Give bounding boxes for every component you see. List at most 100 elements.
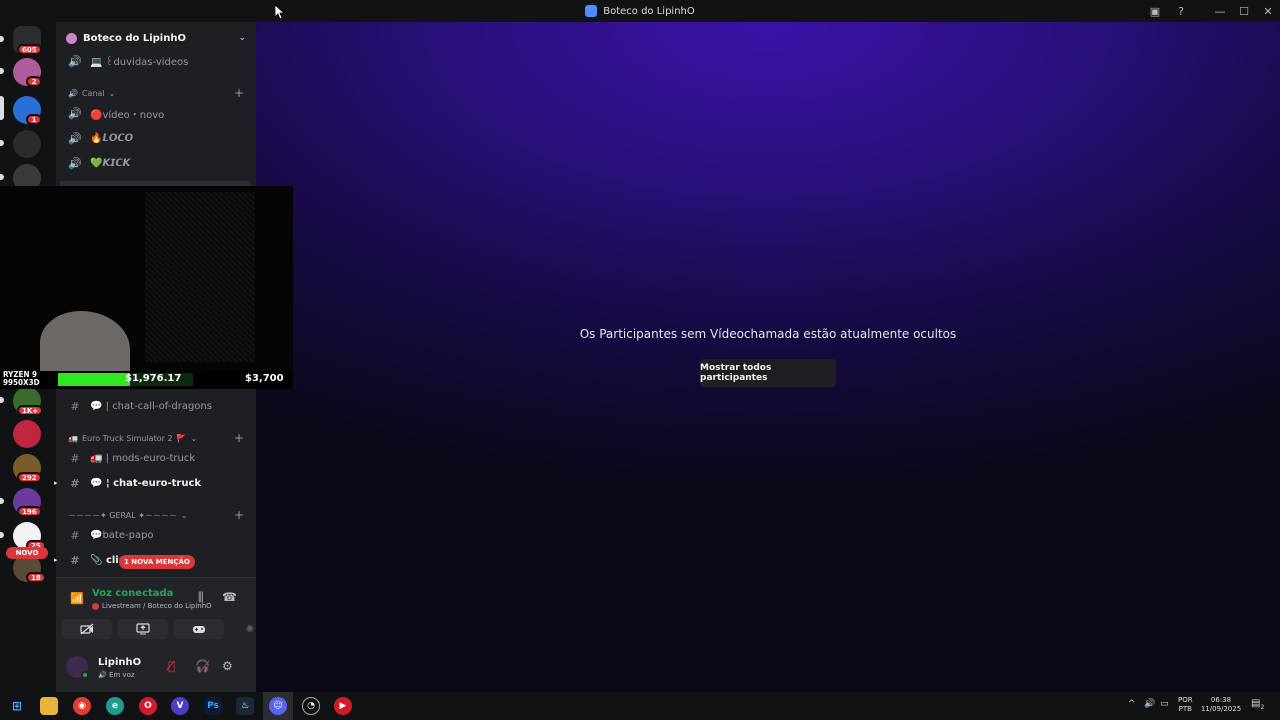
username[interactable]: LipinhO xyxy=(98,657,141,668)
server-badge: 1 xyxy=(26,114,42,125)
server-unread-pill xyxy=(0,96,4,120)
channel-mods-euro-truck[interactable]: # 🚛 | mods-euro-truck xyxy=(62,447,250,469)
voice-stage: Os Participantes sem Vídeochamada estão … xyxy=(256,22,1280,692)
donation-goal-bar: RYZEN 9 9950X3D $1,976.17 $3,700 xyxy=(0,371,293,389)
close-button[interactable]: ✕ xyxy=(1256,0,1280,22)
language-indicator[interactable]: POR PTB xyxy=(1178,696,1193,714)
channel-kick[interactable]: 🔊 💚𝙆𝙄𝘾𝙆 xyxy=(62,152,250,174)
notifications-icon[interactable]: ▤2 xyxy=(1251,699,1264,712)
speaker-icon: 🔊 xyxy=(68,106,82,120)
activities-button[interactable] xyxy=(174,619,224,639)
maximize-button[interactable]: ☐ xyxy=(1232,0,1256,22)
hash-icon: # xyxy=(70,399,80,413)
noise-suppression-icon[interactable]: ⫼ xyxy=(198,590,204,605)
channel-loco[interactable]: 🔊 🔥𝙇𝙊𝘾𝙊 xyxy=(62,127,250,149)
channel-label: 💚𝙆𝙄𝘾𝙆 xyxy=(90,157,131,169)
user-panel: LipinhO 🔊 Em voz 🎙̸ 🎧̸ ⚙ xyxy=(56,647,256,692)
hash-icon: # xyxy=(70,451,80,465)
hash-icon: # xyxy=(70,528,80,542)
add-channel-icon[interactable]: + xyxy=(234,508,244,522)
hidden-participants-message: Os Participantes sem Vídeochamada estão … xyxy=(579,327,957,341)
unread-indicator: ▸ xyxy=(54,556,58,564)
channel-label: 💬bate-papo xyxy=(90,529,154,541)
server-icon-server-legacy[interactable] xyxy=(13,130,41,158)
server-badge: 605 xyxy=(17,44,42,55)
chevron-down-icon: ⌄ xyxy=(190,433,198,443)
channel-duvidas[interactable]: 🔊 💻 ꒰duvidas-videos xyxy=(62,50,250,72)
camera-off-button[interactable] xyxy=(62,619,112,639)
voice-status-title[interactable]: Voz conectada xyxy=(92,588,173,599)
channel-call-of-dragons[interactable]: # 💬 | chat-call-of-dragons xyxy=(62,395,250,417)
server-unread-pill xyxy=(0,498,4,504)
camera-off-icon xyxy=(80,623,94,635)
voice-action-buttons: ✺ xyxy=(62,619,270,639)
media-player-icon[interactable]: ▶ xyxy=(334,697,352,715)
volume-icon[interactable]: 🔊 xyxy=(1144,700,1155,709)
webcam-overlay: RYZEN 9 9950X3D $1,976.17 $3,700 xyxy=(0,186,293,389)
guild-name: Boteco do LipinhO xyxy=(83,32,186,44)
discord-icon[interactable]: ☺ xyxy=(269,697,287,715)
avatar[interactable] xyxy=(66,656,89,679)
discord-logo-icon xyxy=(585,5,598,17)
webcam-background xyxy=(145,192,255,362)
help-icon[interactable]: ? xyxy=(1168,0,1194,22)
category-euro-truck[interactable]: 🚛 Euro Truck Simulator 2 🚩 ⌄ + xyxy=(68,430,244,446)
add-channel-icon[interactable]: + xyxy=(234,431,244,445)
cpu-label: RYZEN 9 9950X3D xyxy=(3,370,40,387)
category-icon: 🔊 xyxy=(68,88,78,98)
server-unread-pill xyxy=(0,140,4,146)
screen-share-button[interactable] xyxy=(118,619,168,639)
minimize-button[interactable]: — xyxy=(1208,0,1232,22)
vpn-icon[interactable]: V xyxy=(171,697,189,715)
soundboard-icon: ✺ xyxy=(245,623,255,635)
windows-start-icon[interactable]: ⊞ xyxy=(8,697,26,715)
channel-label: 💬 ¦ chat-euro-truck xyxy=(90,477,202,489)
new-badge[interactable]: NOVO xyxy=(6,547,48,559)
file-explorer-icon[interactable] xyxy=(40,697,58,715)
channel-video-novo[interactable]: 🔊 🔴vídeo・novo xyxy=(62,102,250,124)
chrome-icon[interactable]: ◉ xyxy=(73,697,91,715)
flag-icon: 🚩 xyxy=(176,433,187,443)
voice-connected-panel: 📶 Voz conectada Livestream / Boteco do L… xyxy=(56,577,256,647)
channel-label: 💬 | chat-call-of-dragons xyxy=(90,400,212,412)
category-geral[interactable]: －－－－✦ GERAL ✦－－－－ ⌄ + xyxy=(68,507,244,523)
chevron-down-icon: ⌄ xyxy=(238,33,246,43)
opera-icon[interactable]: O xyxy=(139,697,157,715)
clock-app-icon[interactable]: ◔ xyxy=(302,697,320,715)
new-mention-badge[interactable]: 1 NOVA MENÇÃO xyxy=(119,555,195,569)
network-icon[interactable]: ▭ xyxy=(1160,700,1169,709)
tray-chevron-icon[interactable]: ^ xyxy=(1128,700,1136,709)
channel-label: 🔴vídeo・novo xyxy=(90,109,165,121)
voice-location[interactable]: Livestream / Boteco do LipinhO xyxy=(92,602,212,610)
disconnect-icon[interactable]: ☎ xyxy=(222,590,237,604)
edge-icon[interactable]: e xyxy=(106,697,124,715)
signal-icon[interactable]: 📶 xyxy=(70,592,84,605)
guild-icon xyxy=(66,32,77,44)
server-badge: 292 xyxy=(17,472,42,483)
steam-icon[interactable]: ♨ xyxy=(236,697,254,715)
clock[interactable]: 06:38 11/09/2025 xyxy=(1200,696,1242,714)
user-status: 🔊 Em voz xyxy=(98,671,135,679)
channel-chat-euro-truck[interactable]: ▸ # 💬 ¦ chat-euro-truck xyxy=(54,472,250,494)
server-unread-pill xyxy=(0,36,4,42)
channel-label: 💻 ꒰duvidas-videos xyxy=(90,56,189,68)
server-badge: 18 xyxy=(26,572,46,583)
server-icon-server-red[interactable] xyxy=(13,420,41,448)
speaker-icon: 🔊 xyxy=(68,54,82,68)
window-title-text: Boteco do LipinhO xyxy=(603,5,695,17)
settings-gear-icon[interactable]: ⚙ xyxy=(222,659,233,673)
category-label: －－－－✦ GERAL ✦－－－－ xyxy=(68,510,177,520)
title-controls: ▣ ? — ☐ ✕ xyxy=(1142,0,1280,22)
show-all-participants-button[interactable]: Mostrar todos participantes xyxy=(700,359,836,387)
deafen-icon[interactable]: 🎧̸ xyxy=(195,659,210,673)
inbox-icon[interactable]: ▣ xyxy=(1142,0,1168,22)
channel-bate-papo[interactable]: # 💬bate-papo xyxy=(62,524,250,546)
category-canal[interactable]: 🔊 Canal ⌄ + xyxy=(68,85,244,101)
mute-mic-icon[interactable]: 🎙̸ xyxy=(168,659,175,673)
hash-icon: # xyxy=(70,553,80,567)
mouse-cursor-icon xyxy=(275,5,285,19)
server-unread-pill xyxy=(0,68,4,74)
speaker-icon: 🔊 xyxy=(68,156,82,170)
photoshop-icon[interactable]: Ps xyxy=(204,697,222,715)
add-channel-icon[interactable]: + xyxy=(234,86,244,100)
